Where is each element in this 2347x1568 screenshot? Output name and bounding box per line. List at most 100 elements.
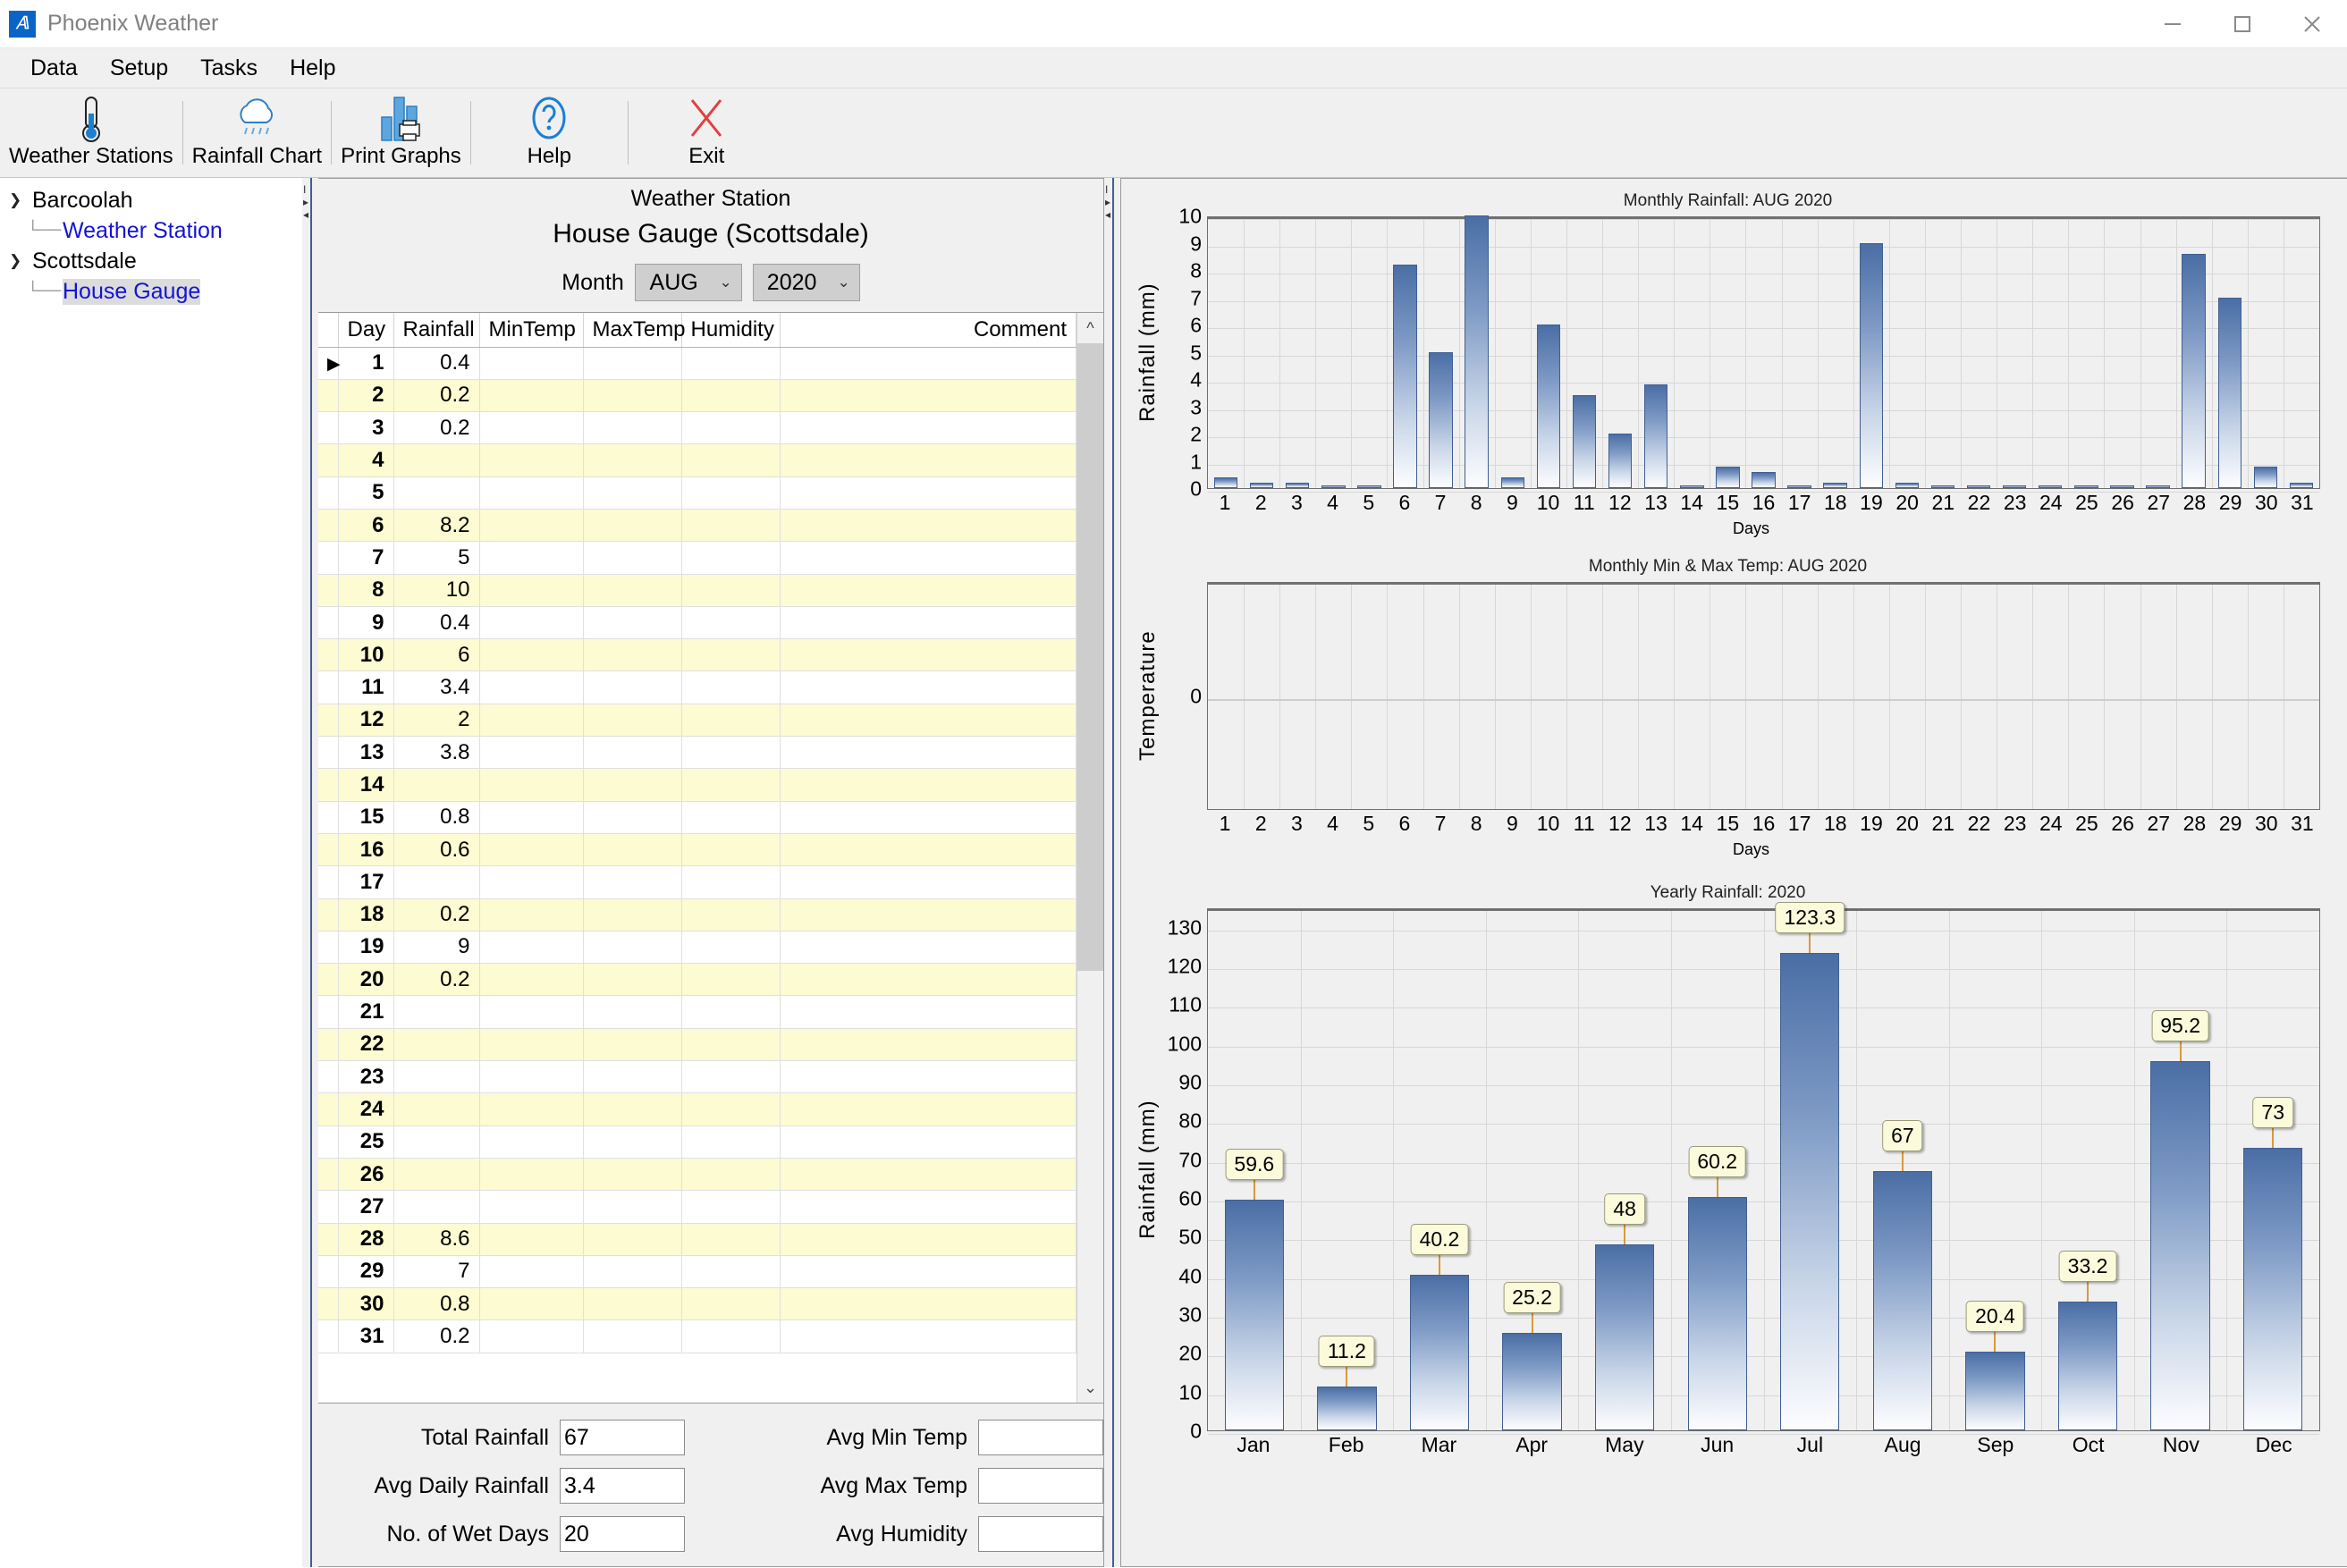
- menu-item-help[interactable]: Help: [274, 52, 351, 85]
- cell-humidity[interactable]: [681, 736, 781, 770]
- cell-mintemp[interactable]: [479, 801, 584, 834]
- cell-rainfall[interactable]: [393, 768, 480, 802]
- monthly-rainfall-chart[interactable]: Monthly Rainfall: AUG 2020 Rainfall (mm)…: [1121, 179, 2347, 550]
- cell-comment[interactable]: [780, 574, 1076, 607]
- cell-rainfall[interactable]: [393, 443, 480, 477]
- cell-day[interactable]: 27: [338, 1190, 394, 1224]
- cell-comment[interactable]: [780, 638, 1076, 672]
- cell-comment[interactable]: [780, 476, 1076, 510]
- table-row[interactable]: 14: [318, 768, 1076, 802]
- cell-comment[interactable]: [780, 411, 1076, 445]
- cell-mintemp[interactable]: [479, 931, 584, 965]
- table-row[interactable]: 27: [318, 1190, 1076, 1224]
- scrollbar-thumb[interactable]: [1077, 343, 1103, 972]
- cell-rainfall[interactable]: 9: [393, 931, 480, 965]
- avg-humidity-input[interactable]: [978, 1516, 1103, 1552]
- table-row[interactable]: 6 8.2: [318, 509, 1076, 543]
- table-row[interactable]: 2 0.2: [318, 379, 1076, 413]
- cell-maxtemp[interactable]: [583, 379, 682, 413]
- cell-comment[interactable]: [780, 995, 1076, 1029]
- cell-comment[interactable]: [780, 541, 1076, 575]
- tree-node-barcoolah[interactable]: ❯ Barcoolah: [0, 185, 302, 215]
- cell-maxtemp[interactable]: [583, 574, 682, 607]
- table-row[interactable]: 5: [318, 476, 1076, 510]
- cell-mintemp[interactable]: [479, 833, 584, 867]
- cell-mintemp[interactable]: [479, 347, 584, 380]
- cell-maxtemp[interactable]: [583, 411, 682, 445]
- cell-maxtemp[interactable]: [583, 1255, 682, 1289]
- cell-maxtemp[interactable]: [583, 1223, 682, 1256]
- cell-day[interactable]: 21: [338, 995, 394, 1029]
- table-row[interactable]: 28 8.6: [318, 1223, 1076, 1256]
- chevron-down-icon[interactable]: ❯: [9, 191, 32, 209]
- cell-humidity[interactable]: [681, 768, 781, 802]
- table-row[interactable]: 22: [318, 1028, 1076, 1062]
- cell-humidity[interactable]: [681, 638, 781, 672]
- cell-day[interactable]: 10: [338, 638, 394, 672]
- cell-maxtemp[interactable]: [583, 833, 682, 867]
- cell-mintemp[interactable]: [479, 1060, 584, 1094]
- cell-day[interactable]: 12: [338, 704, 394, 738]
- cell-mintemp[interactable]: [479, 898, 584, 932]
- cell-mintemp[interactable]: [479, 1190, 584, 1224]
- cell-rainfall[interactable]: [393, 1125, 480, 1159]
- cell-maxtemp[interactable]: [583, 1287, 682, 1321]
- cell-rainfall[interactable]: 8.2: [393, 509, 480, 543]
- table-row[interactable]: 11 3.4: [318, 670, 1076, 704]
- cell-day[interactable]: 17: [338, 865, 394, 899]
- cell-maxtemp[interactable]: [583, 638, 682, 672]
- table-row[interactable]: 31 0.2: [318, 1319, 1076, 1353]
- cell-day[interactable]: 25: [338, 1125, 394, 1159]
- cell-rainfall[interactable]: 5: [393, 541, 480, 575]
- table-row[interactable]: 75: [318, 541, 1076, 575]
- cell-day[interactable]: 19: [338, 931, 394, 965]
- column-header-mintemp[interactable]: MinTemp: [479, 313, 584, 348]
- cell-mintemp[interactable]: [479, 476, 584, 510]
- cell-comment[interactable]: [780, 963, 1076, 997]
- cell-rainfall[interactable]: 0.2: [393, 411, 480, 445]
- cell-humidity[interactable]: [681, 865, 781, 899]
- cell-rainfall[interactable]: [393, 476, 480, 510]
- table-row[interactable]: ▶ 1 0.4: [318, 347, 1076, 380]
- cell-day[interactable]: 14: [338, 768, 394, 802]
- table-row[interactable]: 25: [318, 1125, 1076, 1159]
- right-splitter[interactable]: I ▸ ◂: [1104, 178, 1120, 1567]
- avg-daily-rainfall-input[interactable]: [560, 1468, 685, 1504]
- minimize-icon[interactable]: [2138, 0, 2208, 48]
- cell-mintemp[interactable]: [479, 606, 584, 640]
- cell-day[interactable]: 4: [338, 443, 394, 477]
- scroll-down-icon[interactable]: ⌄: [1077, 1372, 1103, 1403]
- help-button[interactable]: Help: [471, 89, 628, 177]
- wet-days-input[interactable]: [560, 1516, 685, 1552]
- cell-humidity[interactable]: [681, 411, 781, 445]
- cell-rainfall[interactable]: [393, 995, 480, 1029]
- cell-humidity[interactable]: [681, 541, 781, 575]
- avg-min-temp-input[interactable]: [978, 1420, 1103, 1455]
- cell-humidity[interactable]: [681, 1125, 781, 1159]
- cell-day[interactable]: 13: [338, 736, 394, 770]
- cell-comment[interactable]: [780, 1319, 1076, 1353]
- cell-day[interactable]: 8: [338, 574, 394, 607]
- cell-day[interactable]: 15: [338, 801, 394, 834]
- table-row[interactable]: 19 9: [318, 931, 1076, 965]
- table-row[interactable]: 24: [318, 1092, 1076, 1126]
- cell-rainfall[interactable]: 2: [393, 704, 480, 738]
- table-row[interactable]: 16 0.6: [318, 833, 1076, 867]
- cell-humidity[interactable]: [681, 443, 781, 477]
- column-header-humidity[interactable]: Humidity: [681, 313, 781, 348]
- cell-humidity[interactable]: [681, 833, 781, 867]
- cell-day[interactable]: 9: [338, 606, 394, 640]
- cell-comment[interactable]: [780, 833, 1076, 867]
- cell-humidity[interactable]: [681, 1319, 781, 1353]
- cell-day[interactable]: 1: [338, 347, 394, 380]
- chevron-down-icon[interactable]: ❯: [9, 252, 32, 270]
- cell-mintemp[interactable]: [479, 379, 584, 413]
- maximize-icon[interactable]: [2208, 0, 2277, 48]
- print-graphs-button[interactable]: Print Graphs: [332, 89, 470, 177]
- menu-item-setup[interactable]: Setup: [94, 52, 184, 85]
- cell-rainfall[interactable]: 8.6: [393, 1223, 480, 1256]
- grid-vertical-scrollbar[interactable]: ^ ⌄: [1076, 313, 1103, 1403]
- cell-rainfall[interactable]: [393, 1028, 480, 1062]
- table-row[interactable]: 8 10: [318, 574, 1076, 607]
- cell-mintemp[interactable]: [479, 865, 584, 899]
